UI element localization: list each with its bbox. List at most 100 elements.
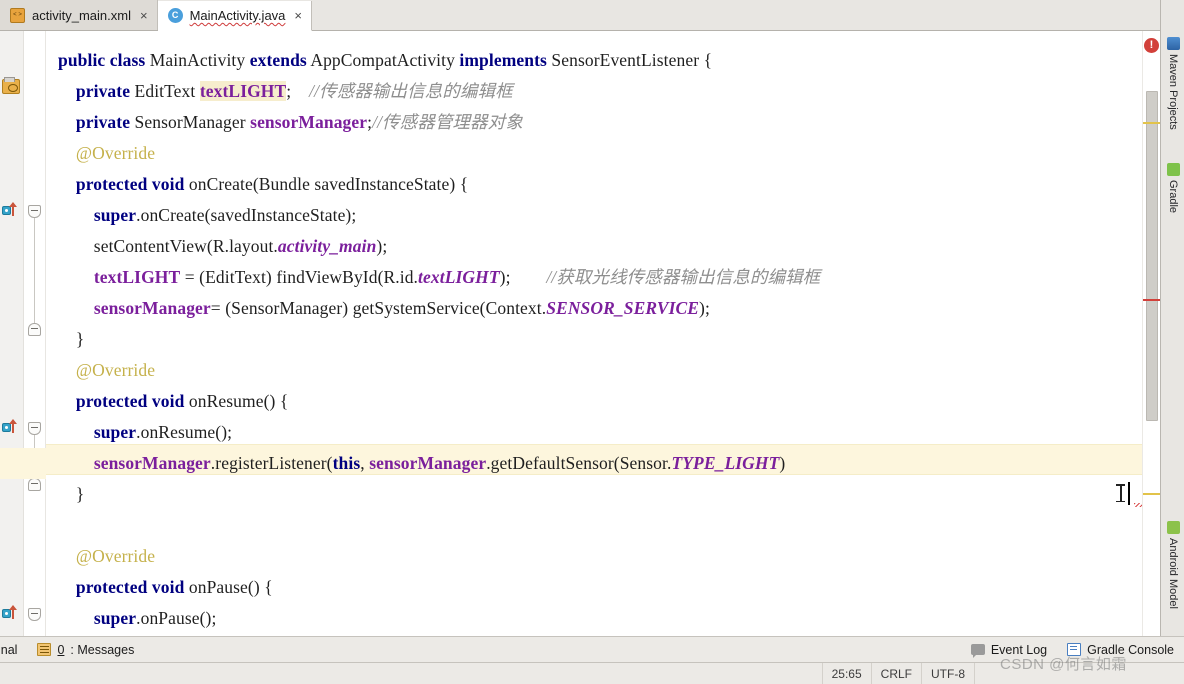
- right-tool-window-strip: Maven Projects Gradle Android Model: [1160, 0, 1184, 684]
- tool-button-messages[interactable]: 0 : Messages: [27, 637, 144, 662]
- code-token: sensorManager: [93, 453, 211, 473]
- code-token: TYPE_LIGHT: [671, 453, 780, 473]
- tool-button-gradle-console[interactable]: Gradle Console: [1057, 637, 1184, 662]
- code-line[interactable]: private SensorManager sensorManager;//传感…: [58, 107, 1160, 138]
- code-editor[interactable]: public class MainActivity extends AppCom…: [0, 31, 1160, 648]
- code-line[interactable]: }: [58, 479, 1160, 510]
- code-token: super: [93, 205, 137, 225]
- code-token: );: [499, 267, 547, 287]
- error-count-badge[interactable]: !: [1144, 38, 1159, 53]
- code-token: activity_main: [277, 236, 377, 256]
- editor-marker-bar[interactable]: !: [1142, 31, 1160, 648]
- code-line[interactable]: super.onPause();: [58, 603, 1160, 634]
- class-marker-icon[interactable]: [2, 77, 20, 94]
- tool-button-event-log[interactable]: Event Log: [961, 637, 1057, 662]
- tool-button-android-model[interactable]: Android Model: [1161, 518, 1184, 609]
- override-marker-icon[interactable]: [2, 202, 22, 219]
- gradle-icon: [1166, 163, 1180, 176]
- code-line[interactable]: sensorManager= (SensorManager) getSystem…: [58, 293, 1160, 324]
- fold-toggle-icon[interactable]: [28, 478, 41, 491]
- current-line-gutter-highlight: [0, 448, 46, 479]
- tool-button-maven-projects[interactable]: Maven Projects: [1161, 34, 1184, 130]
- file-encoding[interactable]: UTF-8: [921, 663, 974, 684]
- code-token: void: [151, 577, 185, 597]
- code-token: super: [93, 422, 137, 442]
- code-token: AppCompatActivity: [306, 50, 460, 70]
- code-line[interactable]: textLIGHT = (EditText) findViewById(R.id…: [58, 262, 1160, 293]
- code-token: sensorManager: [93, 298, 211, 318]
- code-line[interactable]: @Override: [58, 138, 1160, 169]
- code-line[interactable]: sensorManager.registerListener(this, sen…: [58, 448, 1160, 479]
- warning-marker[interactable]: [1143, 493, 1160, 495]
- code-token: = (SensorManager) getSystemService(Conte…: [210, 298, 547, 318]
- code-line[interactable]: protected void onCreate(Bundle savedInst…: [58, 169, 1160, 200]
- close-icon[interactable]: ×: [292, 9, 302, 22]
- code-token: this: [332, 453, 361, 473]
- bottom-tool-window-bar: inal 0 : Messages Event Log Gradle Conso…: [0, 636, 1184, 662]
- tool-label: Maven Projects: [1167, 54, 1179, 130]
- tool-label: Android Model: [1167, 538, 1179, 609]
- code-line[interactable]: @Override: [58, 355, 1160, 386]
- gradle-console-label: Gradle Console: [1087, 642, 1174, 657]
- code-token: textLIGHT: [199, 81, 287, 101]
- code-token: @Override: [58, 546, 156, 566]
- messages-shortcut: 0: [57, 642, 65, 657]
- code-token: .getDefaultSensor(Sensor.: [486, 453, 672, 473]
- tool-button-gradle[interactable]: Gradle: [1161, 160, 1184, 213]
- fold-toggle-icon[interactable]: [28, 422, 41, 435]
- code-token: implements: [459, 50, 547, 70]
- code-token: onCreate(Bundle savedInstanceState) {: [184, 174, 469, 194]
- fold-toggle-icon[interactable]: [28, 205, 41, 218]
- editor-scrollbar-thumb[interactable]: [1146, 91, 1158, 421]
- warning-marker[interactable]: [1143, 122, 1160, 124]
- code-line[interactable]: super.onCreate(savedInstanceState);: [58, 200, 1160, 231]
- override-marker-icon[interactable]: [2, 605, 22, 622]
- event-log-icon: [970, 644, 985, 658]
- code-token: protected: [75, 174, 148, 194]
- code-token: protected: [75, 391, 148, 411]
- code-line[interactable]: protected void onResume() {: [58, 386, 1160, 417]
- override-marker-icon[interactable]: [2, 419, 22, 436]
- tab-mainactivity-java[interactable]: C MainActivity.java ×: [157, 1, 312, 31]
- gradle-console-icon: [1067, 643, 1082, 656]
- tab-activity-main-xml[interactable]: activity_main.xml ×: [0, 0, 158, 30]
- error-marker[interactable]: [1143, 299, 1160, 301]
- maven-icon: [1166, 37, 1180, 50]
- code-token: //传感器管理器对象: [372, 112, 523, 132]
- code-token: SensorEventListener {: [546, 50, 713, 70]
- code-line[interactable]: setContentView(R.layout.activity_main);: [58, 231, 1160, 262]
- caret-position[interactable]: 25:65: [821, 663, 871, 684]
- tool-button-terminal[interactable]: inal: [0, 637, 27, 662]
- code-line[interactable]: public class MainActivity extends AppCom…: [58, 45, 1160, 76]
- line-separator[interactable]: CRLF: [870, 663, 921, 684]
- code-line[interactable]: [58, 510, 1160, 541]
- fold-toggle-icon[interactable]: [28, 608, 41, 621]
- code-token: .onResume();: [136, 422, 233, 442]
- status-extra: [974, 663, 1184, 684]
- close-icon[interactable]: ×: [138, 9, 148, 22]
- code-token: private: [75, 112, 131, 132]
- code-token: SENSOR_SERVICE: [546, 298, 700, 318]
- code-folding-strip[interactable]: [24, 31, 46, 648]
- code-line[interactable]: private EditText textLIGHT; //传感器输出信息的编辑…: [58, 76, 1160, 107]
- code-line[interactable]: @Override: [58, 541, 1160, 572]
- code-canvas[interactable]: public class MainActivity extends AppCom…: [46, 31, 1160, 648]
- code-token: extends: [249, 50, 307, 70]
- code-line[interactable]: protected void onPause() {: [58, 572, 1160, 603]
- editor-gutter[interactable]: [0, 31, 24, 648]
- code-token: @Override: [58, 360, 156, 380]
- code-line[interactable]: }: [58, 324, 1160, 355]
- code-token: EditText: [130, 81, 200, 101]
- fold-toggle-icon[interactable]: [28, 323, 41, 336]
- code-token: .registerListener(: [210, 453, 333, 473]
- code-token: onResume() {: [184, 391, 289, 411]
- code-token: ,: [360, 453, 370, 473]
- code-token: sensorManager: [369, 453, 487, 473]
